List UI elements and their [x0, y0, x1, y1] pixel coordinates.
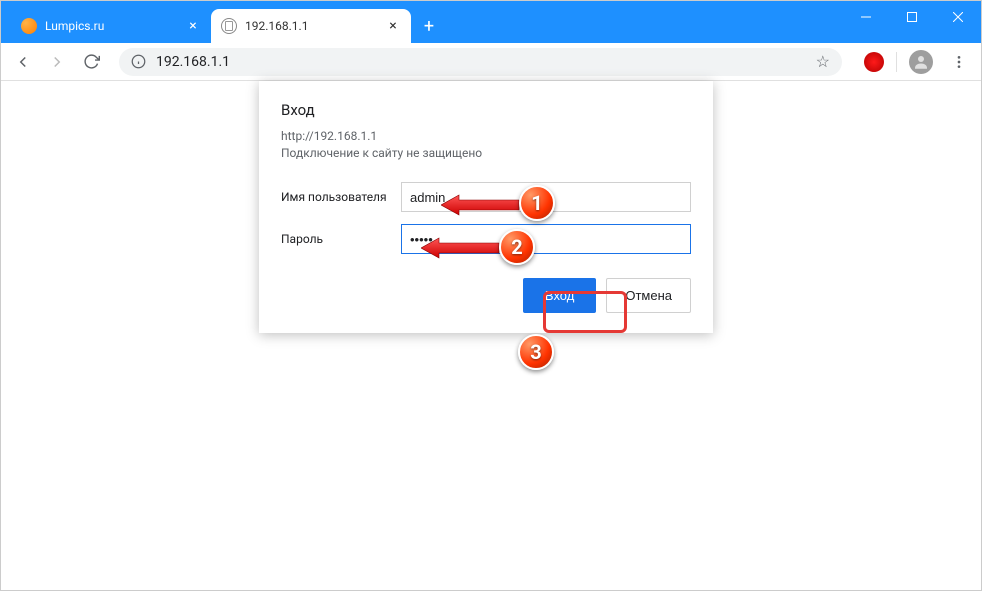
site-info-icon[interactable]: [131, 54, 146, 69]
browser-window: Lumpics.ru × 192.168.1.1 × +: [0, 0, 982, 591]
browser-toolbar: 192.168.1.1 ☆: [1, 43, 981, 81]
password-label: Пароль: [281, 232, 401, 246]
login-button[interactable]: Вход: [523, 278, 596, 313]
window-titlebar: Lumpics.ru × 192.168.1.1 × +: [1, 1, 981, 43]
tab-lumpics[interactable]: Lumpics.ru ×: [11, 9, 211, 43]
reload-button[interactable]: [77, 48, 105, 76]
maximize-button[interactable]: [889, 1, 935, 33]
dialog-actions: Вход Отмена: [281, 278, 691, 313]
http-auth-dialog: Вход http://192.168.1.1 Подключение к са…: [259, 81, 713, 333]
tab-title: Lumpics.ru: [45, 19, 177, 33]
page-content: Вход http://192.168.1.1 Подключение к са…: [1, 81, 981, 590]
dialog-insecure-warning: Подключение к сайту не защищено: [281, 146, 691, 160]
username-label: Имя пользователя: [281, 190, 401, 204]
tab-close-icon[interactable]: ×: [185, 18, 201, 34]
extension-opera-icon[interactable]: [864, 52, 884, 72]
dialog-url: http://192.168.1.1: [281, 129, 691, 143]
url-text[interactable]: 192.168.1.1: [156, 54, 806, 70]
forward-button[interactable]: [43, 48, 71, 76]
minimize-button[interactable]: [843, 1, 889, 33]
tab-router[interactable]: 192.168.1.1 ×: [211, 9, 411, 43]
toolbar-right: [864, 48, 973, 76]
tab-close-icon[interactable]: ×: [385, 18, 401, 34]
new-tab-button[interactable]: +: [415, 12, 443, 40]
bookmark-star-icon[interactable]: ☆: [816, 52, 830, 71]
back-button[interactable]: [9, 48, 37, 76]
address-bar[interactable]: 192.168.1.1 ☆: [119, 48, 842, 76]
password-row: Пароль: [281, 224, 691, 254]
tabs-container: Lumpics.ru × 192.168.1.1 × +: [11, 1, 443, 43]
browser-menu-button[interactable]: [945, 48, 973, 76]
window-controls: [843, 1, 981, 33]
callout-badge-3: 3: [518, 334, 554, 370]
favicon-lumpics-icon: [21, 18, 37, 34]
toolbar-divider: [896, 52, 897, 72]
tab-title: 192.168.1.1: [245, 19, 377, 33]
cancel-button[interactable]: Отмена: [606, 278, 691, 313]
profile-avatar-icon[interactable]: [909, 50, 933, 74]
username-row: Имя пользователя: [281, 182, 691, 212]
dialog-title: Вход: [281, 101, 691, 119]
password-input[interactable]: [401, 224, 691, 254]
favicon-default-icon: [221, 18, 237, 34]
username-input[interactable]: [401, 182, 691, 212]
window-close-button[interactable]: [935, 1, 981, 33]
